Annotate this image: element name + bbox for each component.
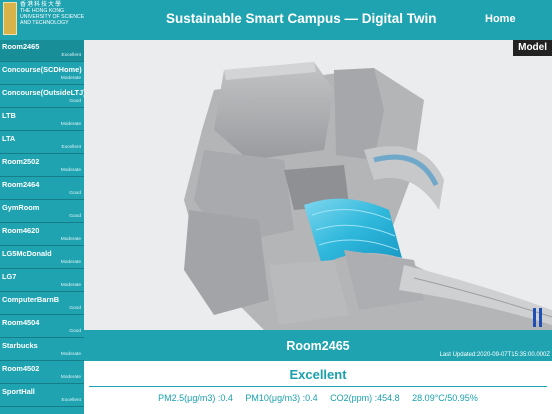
room-status: Moderate: [60, 260, 81, 265]
room-name: Room4502: [2, 364, 40, 373]
room-name: Concourse(SCDHome): [2, 65, 82, 74]
divider: [89, 386, 547, 387]
hkust-logo: 香港科技大學 THE HONG KONG UNIVERSITY OF SCIEN…: [3, 2, 84, 35]
building-south-left: [184, 210, 269, 315]
room-status: Moderate: [60, 237, 81, 242]
room-status: Moderate: [60, 76, 81, 81]
room-status: Moderate: [60, 283, 81, 288]
last-updated: Last Updated:2020-09-07T15:35:00.000Z: [439, 352, 550, 358]
sidebar-item[interactable]: Room4504 Good: [0, 316, 84, 338]
building-east-tower: [334, 68, 384, 160]
room-status: Moderate: [60, 168, 81, 173]
room-status: Excellent: [61, 398, 81, 403]
sidebar-item[interactable]: Room2464 Good: [0, 178, 84, 200]
sensor-readings: PM2.5(μg/m3) :0.4 PM10(μg/m3) :0.4 CO2(p…: [84, 393, 552, 403]
room-name: LTB: [2, 111, 16, 120]
room-name: SportHall: [2, 387, 35, 396]
campus-3d-model[interactable]: [84, 40, 552, 330]
room-name: Concourse(OutsideLTJ): [2, 88, 86, 97]
sidebar-item[interactable]: Starbucks Moderate: [0, 339, 84, 361]
room-banner: Room2465 Last Updated:2020-09-07T15:35:0…: [84, 330, 552, 361]
sidebar-item[interactable]: LTB Moderate: [0, 109, 84, 131]
sidebar-item[interactable]: Concourse(SCDHome) Moderate: [0, 63, 84, 85]
room-status: Moderate: [60, 352, 81, 357]
crest-icon: [3, 2, 17, 35]
sidebar-item[interactable]: Concourse(OutsideLTJ) Good: [0, 86, 86, 108]
room-name: LTA: [2, 134, 16, 143]
co2-reading: CO2(ppm) :454.8: [330, 393, 400, 403]
info-panel: Room2465 Last Updated:2020-09-07T15:35:0…: [84, 330, 552, 414]
room-name: Starbucks: [2, 341, 38, 350]
room-name: Room2465: [2, 42, 40, 51]
room-status: Good: [69, 99, 81, 104]
temp-humidity-reading: 28.09°C/50.95%: [412, 393, 478, 403]
room-name: Room2464: [2, 180, 40, 189]
sidebar-item[interactable]: LTA Excellent: [0, 132, 84, 154]
room-name: Room2502: [2, 157, 40, 166]
digital-twin-viewport[interactable]: Model: [84, 40, 552, 330]
sidebar-item[interactable]: Room2502 Moderate: [0, 155, 84, 177]
header-bar: 香港科技大學 THE HONG KONG UNIVERSITY OF SCIEN…: [0, 0, 552, 40]
room-name: Room4504: [2, 318, 40, 327]
room-name: GymRoom: [2, 203, 40, 212]
page-title: Sustainable Smart Campus — Digital Twin: [166, 11, 437, 26]
selected-room-title: Room2465: [286, 339, 350, 353]
room-status: Moderate: [60, 122, 81, 127]
sidebar-item[interactable]: GymRoom Good: [0, 201, 84, 223]
air-quality-status: Excellent: [289, 367, 347, 382]
room-status: Moderate: [60, 375, 81, 380]
sidebar-item[interactable]: SportHall Excellent: [0, 385, 84, 407]
room-name: Room4620: [2, 226, 40, 235]
sidebar-item[interactable]: Room4502 Moderate: [0, 362, 84, 384]
sidebar-item[interactable]: LG5McDonald Moderate: [0, 247, 84, 269]
room-status: Good: [69, 306, 81, 311]
sidebar-item[interactable]: LG7 Moderate: [0, 270, 84, 292]
sidebar-item[interactable]: ComputerBarnB Good: [0, 293, 84, 315]
pm25-reading: PM2.5(μg/m3) :0.4: [158, 393, 233, 403]
room-sidebar: Room2465 Excellent Concourse(SCDHome) Moder…: [0, 40, 86, 414]
room-status: Good: [69, 329, 81, 334]
room-name: LG7: [2, 272, 17, 281]
sidebar-item[interactable]: Room4620 Moderate: [0, 224, 84, 246]
home-link[interactable]: Home: [485, 13, 516, 25]
room-status: Excellent: [61, 145, 81, 150]
logo-line-3: AND TECHNOLOGY: [20, 20, 69, 26]
room-status: Excellent: [61, 53, 81, 58]
room-name: ComputerBarnB: [2, 295, 60, 304]
room-name: LG5McDonald: [2, 249, 52, 258]
sidebar-item[interactable]: Room2465 Excellent: [0, 40, 84, 62]
pm10-reading: PM10(μg/m3) :0.4: [245, 393, 318, 403]
room-status: Good: [69, 214, 81, 219]
room-status: Good: [69, 191, 81, 196]
model-button[interactable]: Model: [513, 40, 552, 56]
